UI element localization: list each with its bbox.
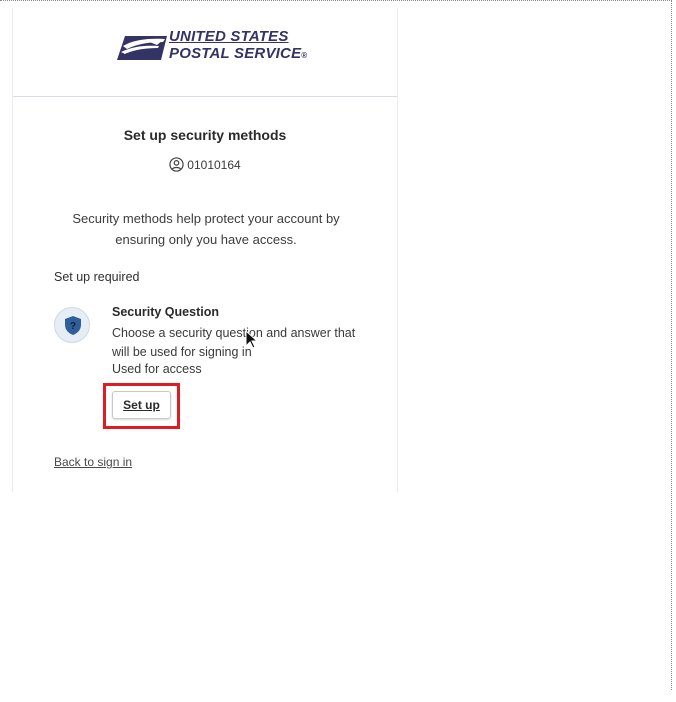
user-circle-icon (169, 157, 184, 172)
logo-line-2: POSTAL SERVICE® (169, 45, 307, 64)
mouse-cursor-icon (245, 330, 259, 349)
back-to-sign-in-link[interactable]: Back to sign in (54, 455, 132, 469)
username: 01010164 (187, 158, 241, 172)
svg-text:?: ? (70, 321, 76, 332)
usps-logo: UNITED STATES POSTAL SERVICE® (117, 28, 307, 72)
section-label: Set up required (54, 270, 140, 284)
method-title: Security Question (112, 305, 219, 319)
user-identifier: 01010164 (13, 157, 397, 172)
security-question-badge: ? (54, 307, 90, 343)
eagle-logo-icon (117, 36, 167, 60)
shield-question-icon: ? (65, 316, 81, 335)
setup-card: UNITED STATES POSTAL SERVICE® Set up sec… (12, 8, 398, 492)
logo-line-2-text: POSTAL SERVICE (169, 45, 302, 62)
registered-mark: ® (301, 51, 308, 60)
method-description: Choose a security question and answer th… (112, 326, 356, 359)
logo-line-1: UNITED STATES (169, 28, 289, 45)
logo-wordmark: UNITED STATES POSTAL SERVICE® (169, 28, 307, 64)
set-up-button[interactable]: Set up (112, 391, 171, 419)
card-header: UNITED STATES POSTAL SERVICE® (13, 8, 397, 97)
description-text: Security methods help protect your accou… (72, 211, 340, 247)
method-usage: Used for access (112, 362, 202, 376)
page-title: Set up security methods (123, 127, 287, 143)
